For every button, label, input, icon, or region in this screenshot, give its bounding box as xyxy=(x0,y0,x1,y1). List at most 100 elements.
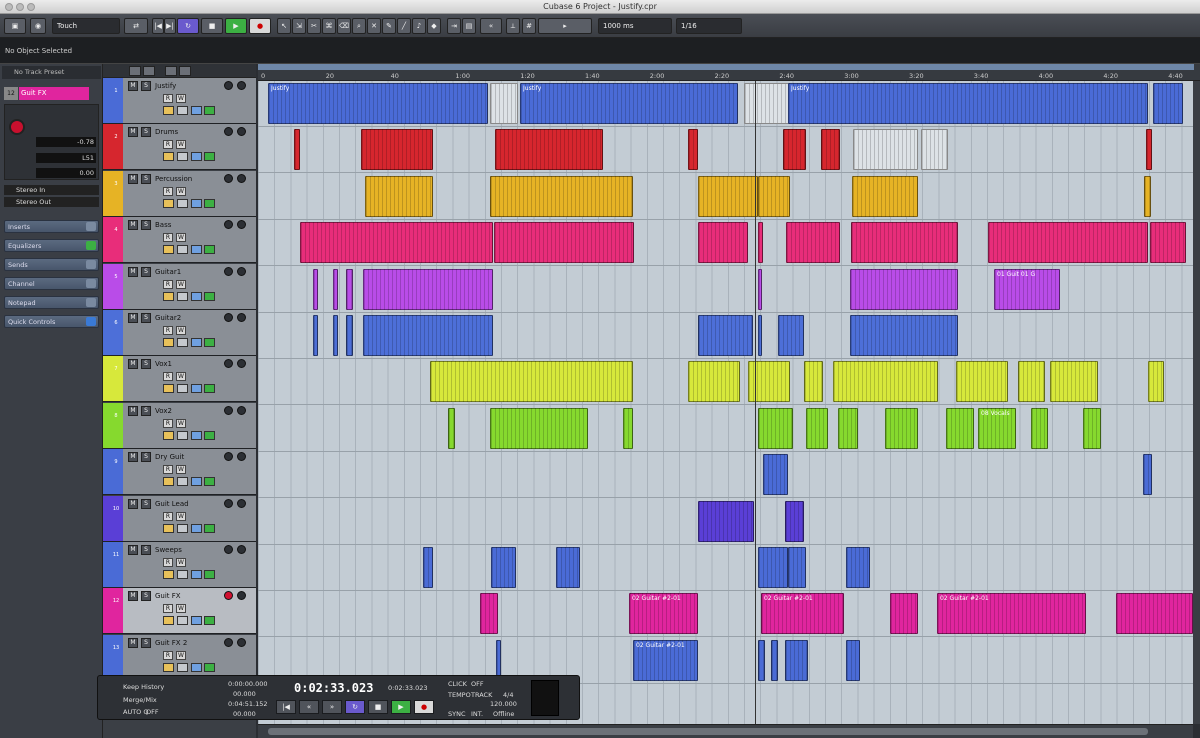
write-automation-button[interactable]: W xyxy=(176,465,186,475)
tempo-value[interactable]: 120.000 xyxy=(490,700,517,708)
mute-tool-icon[interactable]: ✕ xyxy=(367,18,381,34)
audio-event[interactable] xyxy=(698,500,754,542)
track-header[interactable]: 4 M S Bass R W xyxy=(103,217,256,264)
mute-button[interactable]: M xyxy=(128,545,138,555)
audio-event[interactable] xyxy=(333,315,338,356)
output-routing[interactable]: Stereo Out xyxy=(4,197,99,207)
volume-value[interactable]: -0.78 xyxy=(36,137,96,147)
edit-channel-icon[interactable] xyxy=(177,523,188,533)
track-header[interactable]: 7 M S Vox1 R W xyxy=(103,356,256,403)
track-preset-field[interactable]: No Track Preset xyxy=(2,66,101,79)
inspector-section-quick-controls[interactable]: Quick Controls xyxy=(4,315,99,328)
mute-button[interactable]: M xyxy=(128,359,138,370)
audio-event[interactable] xyxy=(480,593,498,635)
lock-icon[interactable] xyxy=(163,477,174,487)
mute-button[interactable]: M xyxy=(128,127,138,138)
lock-icon[interactable] xyxy=(163,616,174,626)
edit-channel-icon[interactable] xyxy=(177,338,188,347)
audio-event[interactable] xyxy=(763,454,788,496)
write-automation-button[interactable]: W xyxy=(176,558,186,567)
read-automation-button[interactable]: R xyxy=(163,326,173,335)
track-name[interactable]: Guitar2 xyxy=(155,314,181,322)
mix-mode-label[interactable]: Merge/Mix xyxy=(123,696,157,704)
audio-event[interactable] xyxy=(333,268,338,310)
write-automation-button[interactable]: W xyxy=(176,94,186,103)
object-selection-tool-icon[interactable]: ↖ xyxy=(277,18,291,34)
mute-button[interactable]: M xyxy=(128,637,138,648)
audio-event[interactable] xyxy=(788,547,806,588)
automation-mode-select[interactable]: Touch xyxy=(52,18,120,34)
freeze-icon[interactable] xyxy=(191,570,202,579)
audio-event[interactable] xyxy=(363,315,493,356)
write-automation-button[interactable]: W xyxy=(176,279,186,289)
history-label[interactable]: Keep History xyxy=(123,683,164,691)
mute-button[interactable]: M xyxy=(128,266,138,277)
track-name[interactable]: Dry Guit xyxy=(155,453,184,461)
record-enable-icon[interactable] xyxy=(224,127,233,137)
tempo-label[interactable]: TEMPO xyxy=(448,691,471,699)
audio-event[interactable] xyxy=(365,175,433,217)
audio-event[interactable]: 01 Guit 01 G xyxy=(994,268,1060,310)
audio-event[interactable] xyxy=(698,222,748,264)
monitor-icon[interactable] xyxy=(237,127,246,137)
monitor-icon[interactable] xyxy=(237,266,246,276)
audio-event[interactable] xyxy=(688,361,740,403)
track-name[interactable]: Guit FX xyxy=(155,592,181,600)
right-locator[interactable]: 0:04:51.152 xyxy=(228,700,268,708)
audio-event[interactable] xyxy=(1018,361,1045,403)
audio-event[interactable] xyxy=(313,315,318,356)
monitor-icon[interactable] xyxy=(237,637,246,647)
range-tool-icon[interactable]: ⇲ xyxy=(292,18,306,34)
track-lane[interactable] xyxy=(258,359,1193,406)
read-automation-button[interactable]: R xyxy=(163,186,173,196)
track-name[interactable]: Guit Lead xyxy=(155,500,189,508)
audio-event[interactable] xyxy=(806,407,828,449)
monitor-icon[interactable] xyxy=(237,220,246,230)
goto-end-icon[interactable]: ▶| xyxy=(164,18,176,34)
pan-value[interactable]: L51 xyxy=(36,153,96,163)
audio-event[interactable] xyxy=(688,129,698,171)
audio-event[interactable] xyxy=(771,639,778,681)
window-layout-icon[interactable]: ▣ xyxy=(4,18,26,34)
audio-event[interactable] xyxy=(846,639,860,681)
mute-button[interactable]: M xyxy=(128,81,138,91)
audio-event[interactable] xyxy=(491,547,516,588)
cycle-transport-icon[interactable]: ↻ xyxy=(345,700,365,714)
automation-arrows-icon[interactable]: ⇄ xyxy=(124,18,148,34)
audio-event[interactable] xyxy=(988,222,1148,264)
read-automation-button[interactable]: R xyxy=(163,418,173,428)
freeze-icon[interactable] xyxy=(191,198,202,208)
freeze-icon[interactable] xyxy=(191,106,202,115)
audio-event[interactable] xyxy=(921,129,948,171)
edit-channel-icon[interactable] xyxy=(177,384,188,394)
audio-event[interactable] xyxy=(1144,175,1151,217)
write-automation-button[interactable]: W xyxy=(176,186,186,196)
solo-button[interactable]: S xyxy=(141,452,151,463)
audio-event[interactable] xyxy=(495,129,603,171)
insert-bypass-icon[interactable] xyxy=(204,245,215,255)
secondary-time-display[interactable]: 0:02:33.023 xyxy=(388,684,428,692)
stop-transport-icon[interactable]: ■ xyxy=(368,700,388,714)
nudge-left-icon[interactable]: « xyxy=(480,18,502,34)
solo-button[interactable]: S xyxy=(141,266,151,277)
read-automation-button[interactable]: R xyxy=(163,372,173,382)
freeze-icon[interactable] xyxy=(191,523,202,533)
lock-icon[interactable] xyxy=(163,245,174,255)
monitor-icon[interactable] xyxy=(237,452,246,462)
track-header[interactable]: 1 M S Justify R W xyxy=(103,78,256,124)
audio-event[interactable] xyxy=(294,129,300,171)
track-lane[interactable]: 02 Guitar #2-01 02 Guitar #2-01 02 Guitar … xyxy=(258,591,1193,638)
read-automation-button[interactable]: R xyxy=(163,233,173,243)
monitor-icon[interactable] xyxy=(237,313,246,322)
insert-bypass-icon[interactable] xyxy=(204,430,215,440)
record-enable-icon[interactable] xyxy=(224,173,233,183)
audio-event[interactable] xyxy=(850,268,958,310)
audio-event[interactable] xyxy=(490,83,518,124)
write-all-icon[interactable] xyxy=(179,66,191,76)
audio-event[interactable] xyxy=(623,407,633,449)
audio-event[interactable] xyxy=(423,547,433,588)
record-enable-icon[interactable] xyxy=(224,81,233,90)
insert-bypass-icon[interactable] xyxy=(204,291,215,301)
record-button[interactable]: ● xyxy=(249,18,271,34)
mute-button[interactable]: M xyxy=(128,498,138,509)
